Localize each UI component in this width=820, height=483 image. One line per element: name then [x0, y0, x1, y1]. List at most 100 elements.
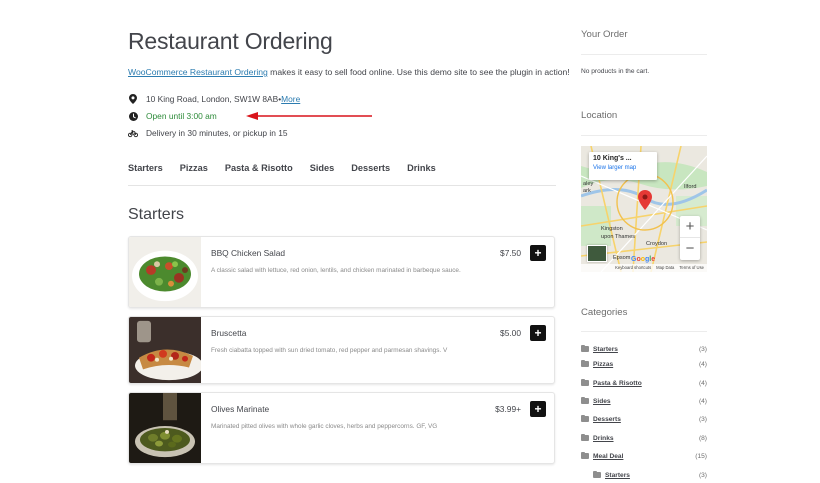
zoom-out-button[interactable]: −	[680, 238, 700, 260]
empty-cart-message: No products in the cart.	[581, 68, 650, 75]
map-card-title: 10 King's ...	[593, 155, 632, 162]
category-item-drinks[interactable]: Drinks (8)	[581, 433, 707, 443]
map-label-kingston: Kingston	[601, 226, 623, 232]
category-count: (4)	[698, 360, 707, 368]
category-name[interactable]: Drinks	[593, 435, 614, 442]
map-label-aley: aley	[583, 181, 594, 187]
category-name[interactable]: Desserts	[593, 416, 621, 423]
add-to-order-button[interactable]: +	[530, 245, 546, 261]
folder-icon	[581, 433, 589, 441]
category-count: (3)	[698, 471, 707, 479]
map-marker-icon[interactable]	[638, 190, 652, 210]
opening-hours-row: Open until 3:00 am	[128, 111, 217, 121]
product-card[interactable]: BBQ Chicken Salad A classic salad with l…	[128, 236, 555, 308]
open-status: Open until 3:00 am	[146, 111, 217, 121]
category-count: (8)	[698, 434, 707, 442]
zoom-in-button[interactable]: +	[680, 216, 700, 238]
satellite-toggle[interactable]	[587, 245, 607, 262]
map-pin-icon	[128, 94, 138, 104]
page-title: Restaurant Ordering	[128, 28, 333, 54]
section-title: Starters	[128, 206, 185, 223]
folder-icon	[581, 451, 589, 459]
divider	[581, 331, 707, 332]
product-name: BBQ Chicken Salad	[211, 248, 286, 258]
google-logo: Google	[631, 256, 656, 263]
category-count: (4)	[698, 379, 707, 387]
category-item-pizzas[interactable]: Pizzas (4)	[581, 359, 707, 369]
delivery-row: Delivery in 30 minutes, or pickup in 15	[128, 128, 288, 138]
divider	[581, 135, 707, 136]
category-item-pasta-risotto[interactable]: Pasta & Risotto (4)	[581, 378, 707, 388]
category-name[interactable]: Starters	[593, 346, 618, 353]
your-order-title: Your Order	[581, 29, 628, 40]
map-info-card: 10 King's ... View larger map	[589, 152, 657, 180]
address-text: 10 King Road, London, SW1W 8AB	[146, 94, 279, 104]
category-name[interactable]: Meal Deal	[593, 453, 623, 460]
bicycle-icon	[128, 128, 138, 138]
more-link[interactable]: More	[281, 94, 300, 104]
categories-title: Categories	[581, 307, 628, 318]
product-price: $5.00	[500, 328, 521, 338]
product-description: Fresh ciabatta topped with sun dried tom…	[211, 347, 448, 354]
olives-marinate-image	[129, 393, 201, 463]
map-label-epsom: Epsom	[613, 255, 631, 261]
annotation-arrow-icon	[246, 112, 372, 120]
map-label-ilford: Ilford	[684, 184, 697, 190]
product-card[interactable]: Bruscetta Fresh ciabatta topped with sun…	[128, 316, 555, 384]
map-label-upon-thames: upon Thames	[601, 234, 636, 240]
folder-icon	[581, 396, 589, 404]
category-count: (15)	[695, 452, 707, 460]
tab-drinks[interactable]: Drinks	[407, 163, 436, 185]
category-count: (3)	[698, 345, 707, 353]
tab-sides[interactable]: Sides	[310, 163, 335, 185]
plugin-link[interactable]: WooCommerce Restaurant Ordering	[128, 67, 268, 77]
folder-icon	[581, 414, 589, 422]
product-price: $3.99+	[495, 404, 521, 414]
delivery-text: Delivery in 30 minutes, or pickup in 15	[146, 128, 288, 138]
keyboard-shortcuts-link[interactable]: Keyboard shortcuts	[615, 264, 651, 272]
bruscetta-image	[129, 317, 201, 383]
product-description: Marinated pitted olives with whole garli…	[211, 423, 438, 430]
category-item-desserts[interactable]: Desserts (3)	[581, 414, 707, 424]
view-larger-map-link[interactable]: View larger map	[593, 165, 653, 171]
map-zoom-controls: + −	[680, 216, 700, 260]
intro-description: makes it easy to sell food online. Use t…	[267, 67, 570, 77]
bbq-chicken-salad-image	[129, 237, 201, 307]
product-price: $7.50	[500, 248, 521, 258]
location-title: Location	[581, 110, 618, 121]
intro-text: WooCommerce Restaurant Ordering makes it…	[128, 67, 570, 77]
product-name: Olives Marinate	[211, 404, 270, 414]
map-label-croydon: Croydon	[646, 241, 668, 247]
tab-starters[interactable]: Starters	[128, 163, 163, 185]
category-item-starters[interactable]: Starters (3)	[581, 344, 707, 354]
folder-icon	[581, 359, 589, 367]
add-to-order-button[interactable]: +	[530, 325, 546, 341]
map-data-link[interactable]: Map Data	[656, 264, 674, 272]
tab-pizzas[interactable]: Pizzas	[180, 163, 208, 185]
category-name[interactable]: Pizzas	[593, 361, 613, 368]
tab-desserts[interactable]: Desserts	[351, 163, 390, 185]
terms-of-use-link[interactable]: Terms of Use	[679, 264, 704, 272]
category-item-meal-deal[interactable]: Meal Deal (15)	[581, 451, 707, 461]
category-name[interactable]: Sides	[593, 398, 611, 405]
folder-icon	[581, 378, 589, 386]
category-count: (4)	[698, 397, 707, 405]
subcategory-item-starters[interactable]: Starters (3)	[581, 470, 707, 480]
folder-icon	[581, 344, 589, 352]
category-name[interactable]: Starters	[605, 472, 630, 479]
map-footer: Keyboard shortcuts Map Data Terms of Use	[581, 264, 707, 272]
product-name: Bruscetta	[211, 328, 247, 338]
category-name[interactable]: Pasta & Risotto	[593, 380, 642, 387]
category-count: (3)	[698, 415, 707, 423]
location-map[interactable]: Ilford Kingston upon Thames Croydon Epso…	[581, 146, 707, 272]
product-card[interactable]: Olives Marinate Marinated pitted olives …	[128, 392, 555, 464]
category-tabs: Starters Pizzas Pasta & Risotto Sides De…	[128, 163, 556, 186]
address-row: 10 King Road, London, SW1W 8AB • More	[128, 94, 300, 104]
divider	[581, 54, 707, 55]
product-description: A classic salad with lettuce, red onion,…	[211, 267, 461, 274]
add-to-order-button[interactable]: +	[530, 401, 546, 417]
map-label-ark: ark	[583, 188, 591, 194]
clock-icon	[128, 111, 138, 121]
tab-pasta-risotto[interactable]: Pasta & Risotto	[225, 163, 293, 185]
category-item-sides[interactable]: Sides (4)	[581, 396, 707, 406]
